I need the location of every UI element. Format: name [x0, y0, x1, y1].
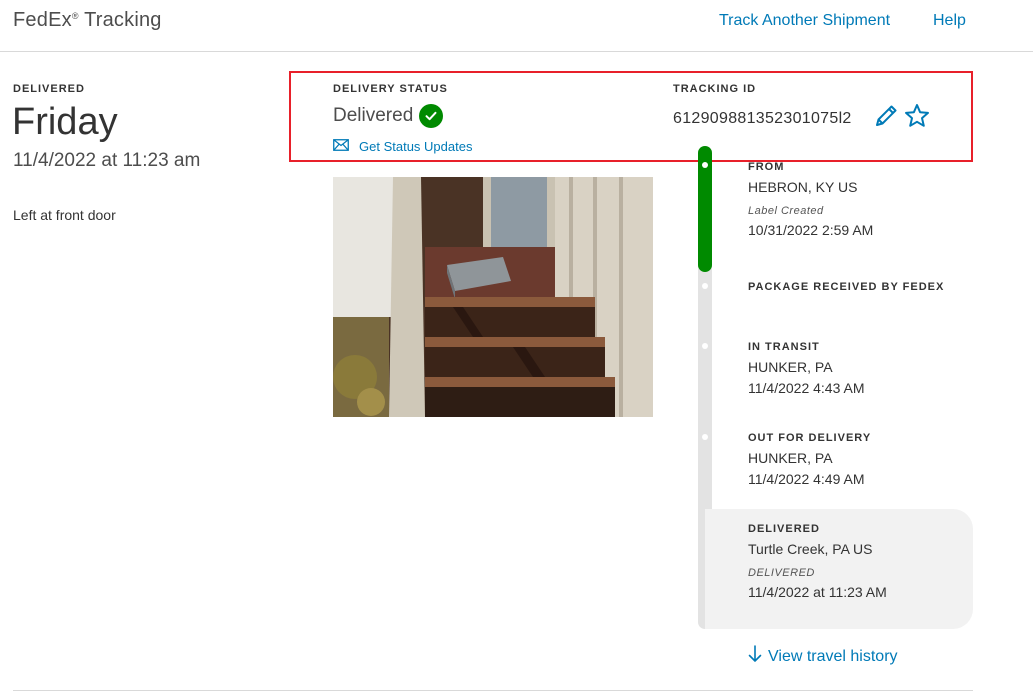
footer-divider — [13, 690, 973, 691]
tracking-id-label: TRACKING ID — [673, 83, 757, 95]
delivery-datetime: 11/4/2022 at 11:23 am — [13, 150, 201, 171]
event-title: PACKAGE RECEIVED BY FEDEX — [748, 281, 945, 293]
track-another-shipment-link[interactable]: Track Another Shipment — [719, 12, 890, 30]
timeline-event-from: FROM HEBRON, KY US Label Created 10/31/2… — [748, 161, 873, 238]
get-status-updates-label: Get Status Updates — [359, 139, 473, 154]
event-title: FROM — [748, 161, 785, 173]
event-subtitle: DELIVERED — [748, 567, 815, 579]
delivered-label: DELIVERED — [13, 83, 85, 95]
event-location: HUNKER, PA — [748, 359, 833, 375]
delivery-day: Friday — [12, 101, 118, 143]
star-icon[interactable] — [903, 102, 931, 130]
delivery-note: Left at front door — [13, 207, 116, 223]
get-status-updates-link[interactable]: Get Status Updates — [333, 139, 472, 154]
help-link[interactable]: Help — [933, 12, 966, 30]
event-title: IN TRANSIT — [748, 341, 820, 353]
timeline-dot — [702, 162, 708, 168]
delivery-status-value: Delivered — [333, 104, 444, 128]
event-location: HEBRON, KY US — [748, 179, 858, 195]
event-location: HUNKER, PA — [748, 450, 833, 466]
timeline-dot — [702, 434, 708, 440]
timeline-event-received: PACKAGE RECEIVED BY FEDEX — [748, 281, 944, 293]
envelope-icon — [333, 139, 349, 154]
timeline-dot — [702, 343, 708, 349]
event-time: 11/4/2022 4:43 AM — [748, 380, 865, 396]
delivery-status-label: DELIVERY STATUS — [333, 83, 448, 95]
event-location: Turtle Creek, PA US — [748, 541, 873, 557]
timeline-event-in-transit: IN TRANSIT HUNKER, PA 11/4/2022 4:43 AM — [748, 341, 865, 396]
tracking-id-value: 612909881352301075l2 — [673, 110, 852, 127]
brand-suffix: Tracking — [84, 9, 162, 31]
brand-logo[interactable]: FedEx® Tracking — [13, 9, 162, 32]
view-travel-history-label: View travel history — [768, 647, 898, 665]
event-time: 10/31/2022 2:59 AM — [748, 222, 874, 238]
brand-name: FedEx — [13, 9, 72, 31]
brand-registered-mark: ® — [71, 11, 79, 21]
event-title: OUT FOR DELIVERY — [748, 432, 872, 444]
proof-of-delivery-photo — [333, 177, 653, 417]
event-title: DELIVERED — [748, 523, 820, 535]
event-time: 11/4/2022 at 11:23 AM — [748, 584, 887, 600]
arrow-down-icon — [748, 645, 762, 668]
app-header: FedEx® Tracking Track Another Shipment H… — [0, 0, 1033, 52]
timeline-event-out-for-delivery: OUT FOR DELIVERY HUNKER, PA 11/4/2022 4:… — [748, 432, 871, 487]
event-time: 11/4/2022 4:49 AM — [748, 471, 865, 487]
check-circle-icon — [419, 104, 444, 128]
delivery-status-text: Delivered — [333, 105, 414, 126]
pencil-icon[interactable] — [872, 102, 900, 130]
timeline-dot — [702, 283, 708, 289]
event-subtitle: Label Created — [748, 205, 824, 217]
timeline-event-delivered: DELIVERED Turtle Creek, PA US DELIVERED … — [748, 523, 887, 600]
view-travel-history-link[interactable]: View travel history — [748, 645, 898, 668]
